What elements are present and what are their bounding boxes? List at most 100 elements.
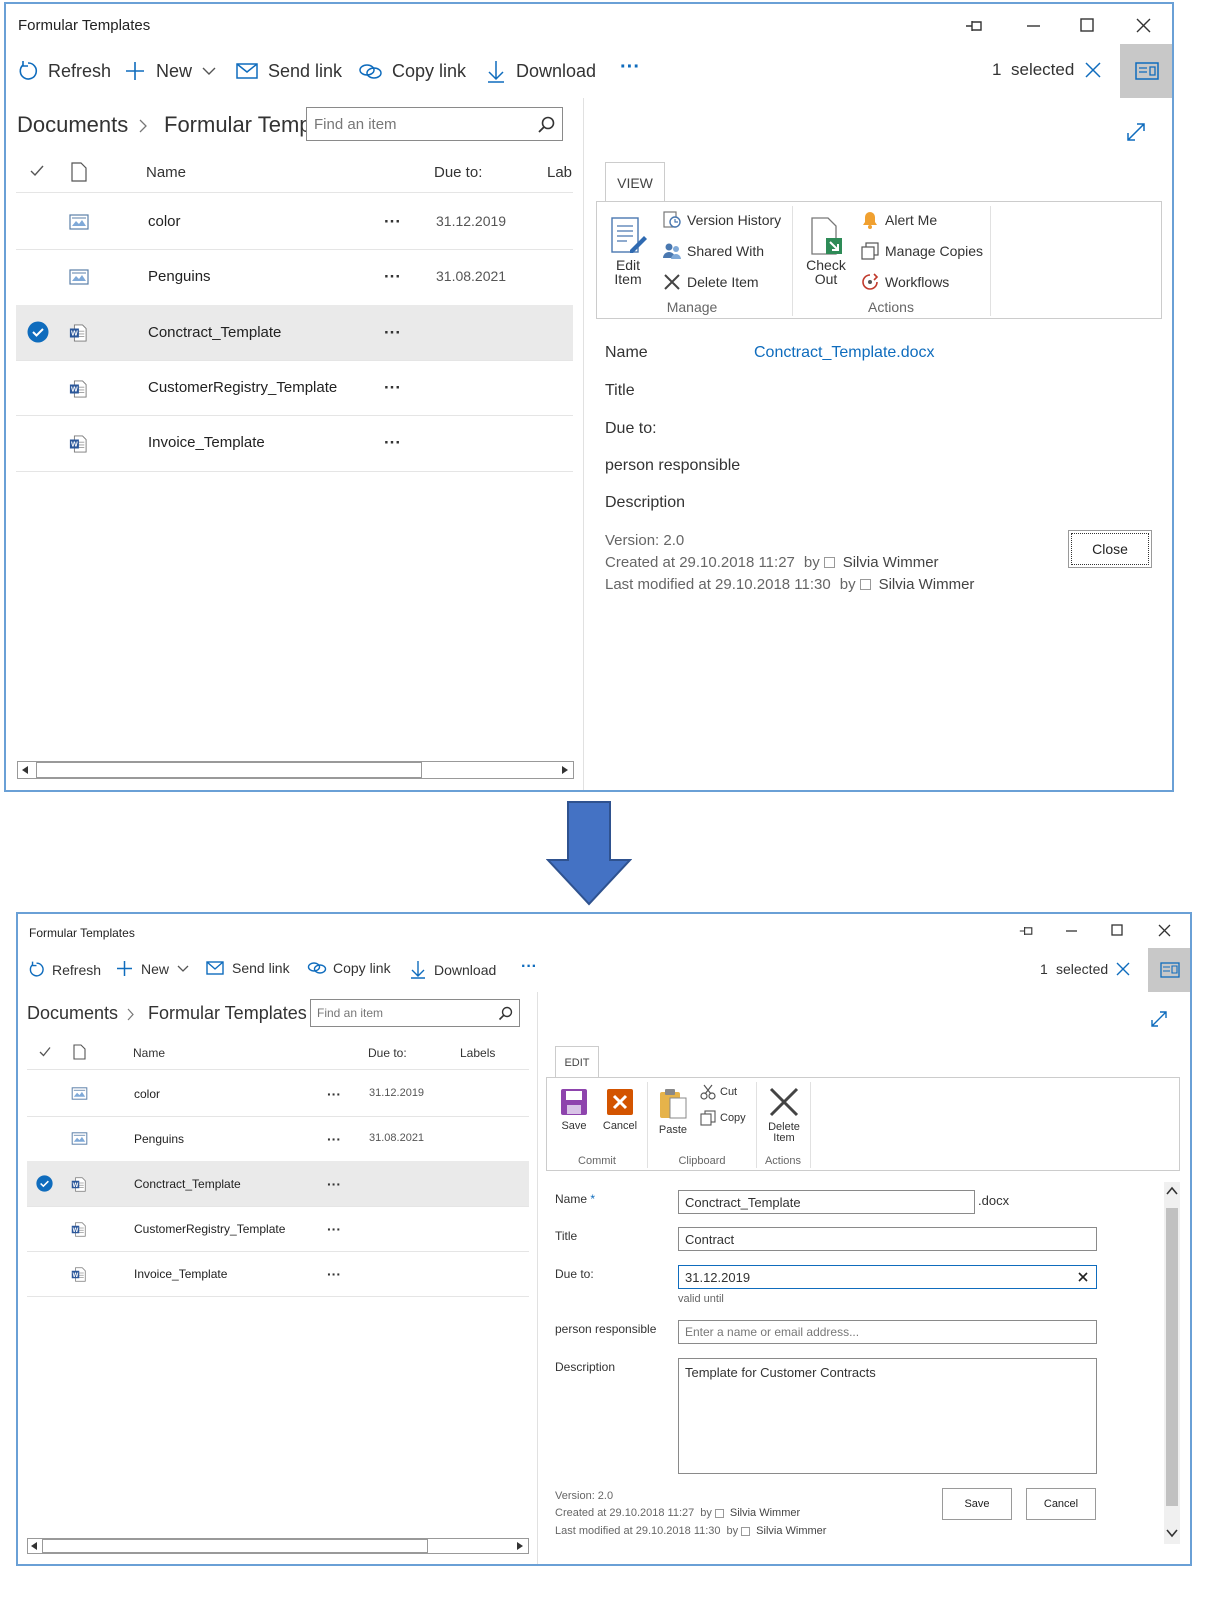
row-more-button[interactable]: ··· <box>384 323 401 343</box>
shared-with-button[interactable]: Shared With <box>662 241 764 261</box>
pin-icon[interactable] <box>964 16 986 36</box>
maximize-icon[interactable] <box>1110 923 1126 939</box>
edit-item-button[interactable]: Edit Item <box>604 216 652 286</box>
send-link-button[interactable]: Send link <box>206 960 290 976</box>
close-button[interactable]: Close <box>1068 530 1152 568</box>
clear-selection-icon[interactable] <box>1084 61 1102 79</box>
download-button[interactable]: Download <box>486 58 596 84</box>
name-input[interactable]: Conctract_Template <box>678 1190 975 1214</box>
scroll-thumb[interactable] <box>1166 1208 1178 1506</box>
row-more-button[interactable]: ··· <box>327 1221 341 1237</box>
scroll-left-icon[interactable] <box>30 1542 38 1550</box>
column-header-due[interactable]: Due to: <box>368 1046 407 1060</box>
delete-item-ribbon-button[interactable]: Delete Item <box>762 1086 806 1144</box>
file-name-link[interactable]: CustomerRegistry_Template <box>148 379 337 396</box>
search-input[interactable]: Find an item <box>306 107 563 141</box>
prop-name-value[interactable]: Conctract_Template.docx <box>754 344 935 362</box>
horizontal-scrollbar[interactable] <box>27 1538 529 1554</box>
column-header-name[interactable]: Name <box>146 164 186 181</box>
cancel-button[interactable]: Cancel <box>1026 1488 1096 1520</box>
cancel-ribbon-button[interactable]: Cancel <box>598 1088 642 1132</box>
row-more-button[interactable]: ··· <box>384 212 401 232</box>
copy-link-button[interactable]: Copy link <box>358 58 466 84</box>
close-window-icon[interactable] <box>1134 16 1154 36</box>
row-more-button[interactable]: ··· <box>327 1086 341 1102</box>
row-more-button[interactable]: ··· <box>327 1266 341 1282</box>
search-input[interactable]: Find an item <box>310 999 520 1027</box>
breadcrumb-root[interactable]: Documents <box>17 112 128 138</box>
scroll-down-icon[interactable] <box>1166 1528 1178 1538</box>
scroll-thumb[interactable] <box>36 762 422 778</box>
description-textarea[interactable]: Template for Customer Contracts <box>678 1358 1097 1474</box>
more-actions-button[interactable]: ··· <box>620 56 640 79</box>
clear-date-icon[interactable] <box>1078 1272 1088 1282</box>
refresh-button[interactable]: Refresh <box>27 960 101 979</box>
file-name-link[interactable]: Penguins <box>134 1132 184 1146</box>
more-actions-button[interactable]: ··· <box>521 958 537 976</box>
refresh-button[interactable]: Refresh <box>16 58 111 84</box>
vertical-scrollbar[interactable] <box>1164 1182 1180 1544</box>
scroll-thumb[interactable] <box>42 1539 428 1553</box>
paste-button[interactable]: Paste <box>656 1088 690 1136</box>
copy-button[interactable]: Copy <box>700 1110 746 1126</box>
check-out-button[interactable]: Check Out <box>802 216 850 286</box>
scroll-left-icon[interactable] <box>20 765 30 775</box>
row-selected-check-icon[interactable] <box>27 321 49 343</box>
due-date-input[interactable]: 31.12.2019 <box>678 1265 1097 1289</box>
row-more-button[interactable]: ··· <box>384 433 401 453</box>
tab-edit[interactable]: EDIT <box>555 1046 599 1078</box>
copy-link-button[interactable]: Copy link <box>307 960 391 976</box>
created-author[interactable]: Silvia Wimmer <box>730 1507 800 1519</box>
row-selected-check-icon[interactable] <box>36 1175 53 1192</box>
details-pane-button[interactable] <box>1148 948 1190 992</box>
workflows-button[interactable]: Workflows <box>860 272 949 292</box>
column-header-name[interactable]: Name <box>133 1046 165 1060</box>
column-header-labels[interactable]: Labels <box>460 1046 495 1060</box>
alert-me-button[interactable]: Alert Me <box>860 210 937 230</box>
row-more-button[interactable]: ··· <box>384 378 401 398</box>
new-button[interactable]: New <box>124 58 216 84</box>
file-name-link[interactable]: color <box>148 213 181 230</box>
row-more-button[interactable]: ··· <box>327 1131 341 1147</box>
title-input[interactable]: Contract <box>678 1227 1097 1251</box>
scroll-up-icon[interactable] <box>1166 1186 1178 1196</box>
download-button[interactable]: Download <box>410 960 496 979</box>
minimize-icon[interactable] <box>1024 16 1044 36</box>
breadcrumb-root[interactable]: Documents <box>27 1003 118 1024</box>
pin-icon[interactable] <box>1018 923 1036 939</box>
clear-selection-icon[interactable] <box>1116 962 1130 976</box>
horizontal-scrollbar[interactable] <box>17 761 574 779</box>
select-all-check-icon[interactable] <box>39 1046 51 1058</box>
file-name-link[interactable]: Invoice_Template <box>134 1267 227 1281</box>
delete-item-button[interactable]: Delete Item <box>662 272 759 292</box>
close-window-icon[interactable] <box>1157 923 1173 939</box>
details-pane-button[interactable] <box>1120 44 1172 98</box>
expand-icon[interactable] <box>1126 122 1146 142</box>
select-all-check-icon[interactable] <box>30 164 44 178</box>
cut-button[interactable]: Cut <box>700 1084 737 1100</box>
column-header-due[interactable]: Due to: <box>434 164 482 181</box>
file-name-link[interactable]: color <box>134 1087 160 1101</box>
minimize-icon[interactable] <box>1064 923 1080 939</box>
manage-copies-button[interactable]: Manage Copies <box>860 241 983 261</box>
modified-author[interactable]: Silvia Wimmer <box>756 1525 826 1537</box>
tab-view[interactable]: VIEW <box>605 162 665 202</box>
maximize-icon[interactable] <box>1078 16 1098 36</box>
save-button[interactable]: Save <box>942 1488 1012 1520</box>
save-ribbon-button[interactable]: Save <box>554 1088 594 1132</box>
new-button[interactable]: New <box>116 960 189 977</box>
send-link-button[interactable]: Send link <box>236 58 342 84</box>
file-name-link[interactable]: Conctract_Template <box>134 1177 241 1191</box>
file-name-link[interactable]: Invoice_Template <box>148 434 265 451</box>
scroll-right-icon[interactable] <box>560 765 570 775</box>
row-more-button[interactable]: ··· <box>384 267 401 287</box>
scroll-right-icon[interactable] <box>516 1542 524 1550</box>
column-header-labels[interactable]: Lab <box>547 164 572 181</box>
row-more-button[interactable]: ··· <box>327 1176 341 1192</box>
version-history-button[interactable]: Version History <box>662 210 781 230</box>
expand-icon[interactable] <box>1150 1010 1168 1028</box>
file-name-link[interactable]: Penguins <box>148 268 211 285</box>
person-input[interactable]: Enter a name or email address... <box>678 1320 1097 1344</box>
modified-author[interactable]: Silvia Wimmer <box>879 576 975 593</box>
file-name-link[interactable]: CustomerRegistry_Template <box>134 1222 285 1236</box>
